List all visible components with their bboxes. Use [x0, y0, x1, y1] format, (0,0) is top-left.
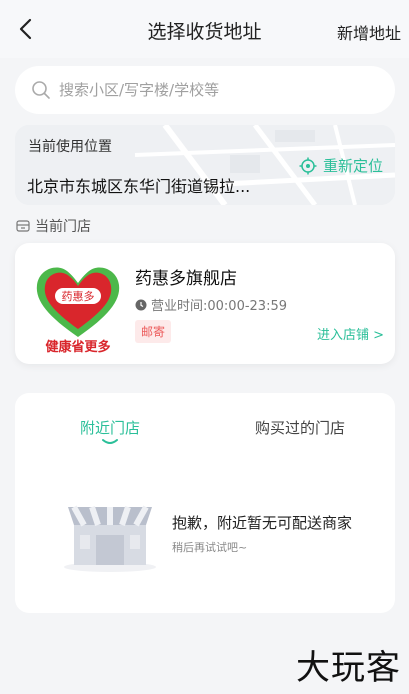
store-tabs-card: 附近门店 购买过的门店 抱歉，附近暂无可配送商家 稍后再试试吧~	[15, 393, 395, 613]
tab-active-indicator	[102, 439, 118, 444]
current-location-label: 当前使用位置	[28, 139, 112, 155]
current-location-card: 当前使用位置 北京市东城区东华门街道锡拉... 重新定位	[15, 125, 395, 205]
header-bar: 选择收货地址 新增地址	[0, 0, 409, 58]
search-input[interactable]	[59, 81, 359, 99]
store-hours-text: 营业时间:00:00-23:59	[151, 299, 287, 314]
current-location-address[interactable]: 北京市东城区东华门街道锡拉...	[27, 173, 250, 197]
store-card[interactable]: 药惠多 健康省更多 药惠多旗舰店 营业时间:00:00-23:59 邮寄 进入店…	[15, 243, 395, 364]
store-logo: 药惠多 健康省更多	[36, 267, 120, 355]
tab-purchased-stores[interactable]: 购买过的门店	[255, 417, 345, 438]
logo-slogan: 健康省更多	[45, 339, 110, 355]
logo-badge-text: 药惠多	[62, 289, 95, 303]
empty-store-illustration	[64, 505, 156, 572]
empty-state-subtitle: 稍后再试试吧~	[172, 541, 248, 554]
section-title-label: 当前门店	[35, 219, 91, 235]
relocate-button[interactable]: 重新定位	[299, 155, 383, 176]
search-bar[interactable]	[15, 66, 395, 114]
store-delivery-tag: 邮寄	[135, 320, 172, 343]
clock-icon	[135, 299, 147, 310]
watermark-logo: 大玩客	[296, 648, 401, 688]
tab-nearby-stores[interactable]: 附近门店	[80, 417, 140, 438]
search-icon	[32, 81, 50, 99]
store-name: 药惠多旗舰店	[135, 269, 237, 289]
locate-icon	[299, 157, 317, 174]
store-hours: 营业时间:00:00-23:59	[135, 295, 287, 314]
store-icon	[16, 220, 30, 232]
relocate-label: 重新定位	[322, 157, 383, 175]
empty-state-title: 抱歉，附近暂无可配送商家	[172, 514, 353, 532]
enter-store-link[interactable]: 进入店铺 >	[317, 324, 384, 343]
add-address-button[interactable]: 新增地址	[337, 20, 401, 44]
current-store-section-title: 当前门店	[16, 216, 91, 236]
